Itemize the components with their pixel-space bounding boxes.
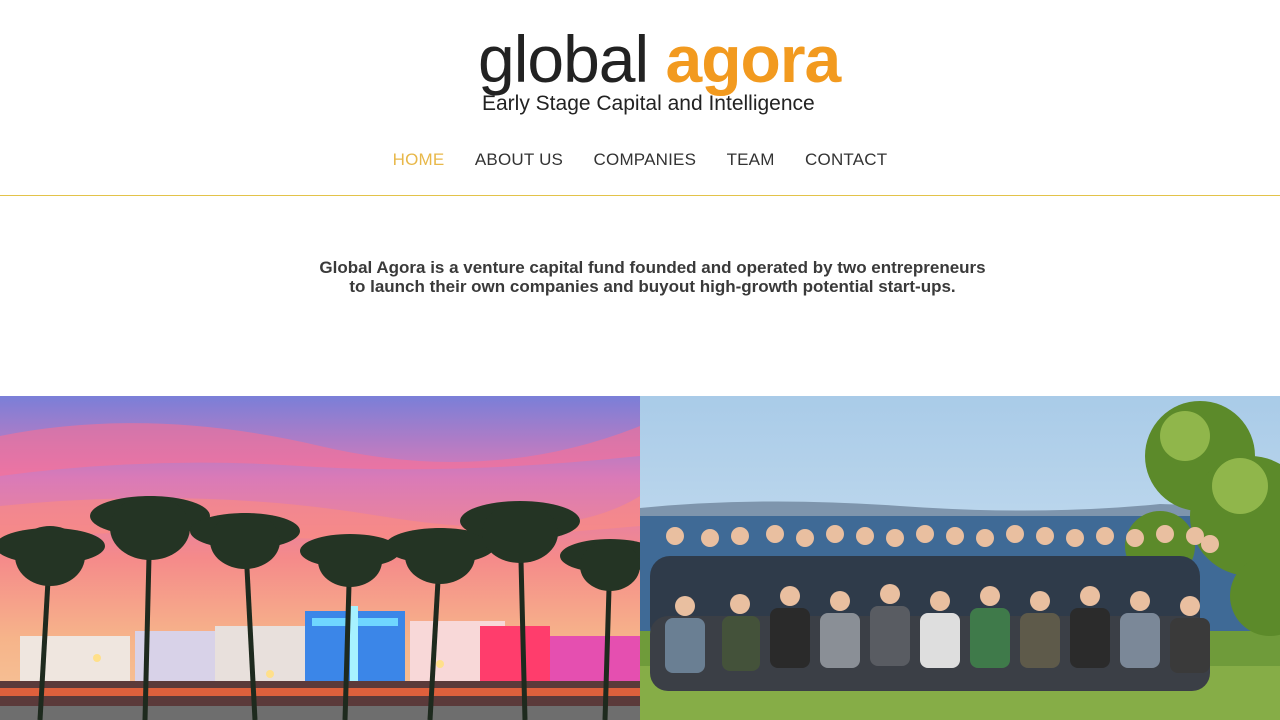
nav-item-companies[interactable]: COMPANIES (594, 150, 697, 170)
nav-item-team[interactable]: TEAM (727, 150, 775, 170)
intro-line-2: to launch their own companies and buyout… (349, 277, 956, 296)
logo-word-agora: agora (665, 22, 842, 96)
nav-item-home[interactable]: HOME (393, 150, 445, 170)
intro-line-1: Global Agora is a venture capital fund f… (319, 258, 986, 277)
nav-item-contact[interactable]: CONTACT (805, 150, 887, 170)
logo-word-global: global (478, 22, 649, 96)
photo-strip (0, 396, 1280, 720)
logo-tagline: Early Stage Capital and Intelligence (482, 92, 815, 115)
miami-sunset-photo (0, 396, 640, 720)
nav-item-about-us[interactable]: ABOUT US (475, 150, 563, 170)
logo-wordmark: global agora (478, 22, 842, 96)
main-nav: HOME ABOUT US COMPANIES TEAM CONTACT (0, 150, 1280, 170)
intro-text: Global Agora is a venture capital fund f… (280, 258, 1025, 296)
team-group-photo (640, 396, 1280, 720)
team-group-illustration (640, 396, 1280, 720)
global-agora-logo[interactable]: global agora Early Stage Capital and Int… (478, 24, 841, 120)
miami-sunset-illustration (0, 396, 640, 720)
site-header: global agora Early Stage Capital and Int… (0, 0, 1280, 196)
